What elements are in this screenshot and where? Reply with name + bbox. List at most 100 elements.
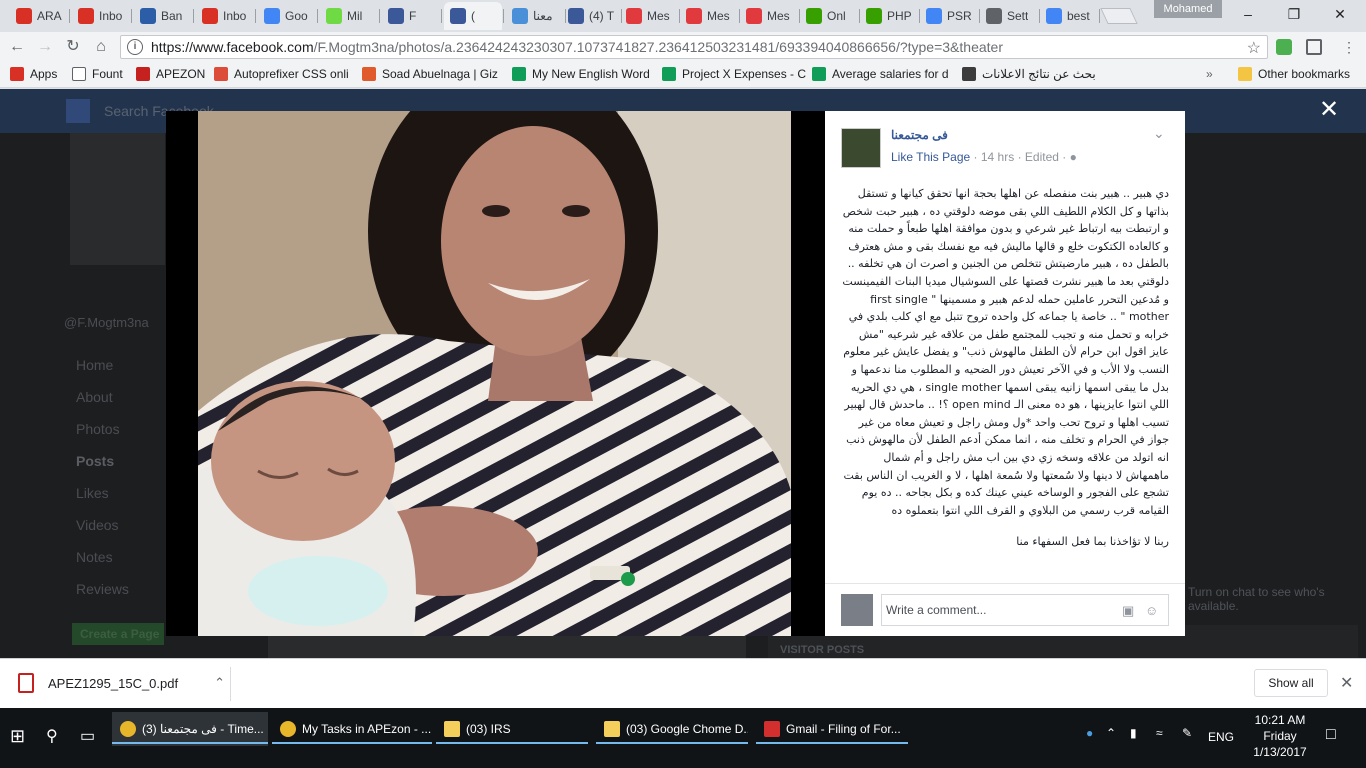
back-arrow-icon[interactable]: ← (6, 36, 28, 58)
extension-icon[interactable] (1276, 39, 1292, 55)
page-nav-item[interactable]: Reviews (76, 581, 129, 597)
browser-tab[interactable]: Onl (800, 2, 858, 30)
url-text[interactable]: https://www.facebook.com/F.Mogtm3na/phot… (151, 39, 1003, 55)
chevron-down-icon[interactable]: ⌄ (1153, 125, 1165, 142)
browser-tab[interactable]: PSR (920, 2, 978, 30)
tab-separator (69, 9, 70, 23)
bookmark-icon (512, 67, 526, 81)
browser-tab[interactable]: PHP (860, 2, 918, 30)
edited-label[interactable]: Edited (1025, 150, 1059, 164)
bookmark-item[interactable]: Apps (10, 67, 57, 81)
pdf-icon (764, 721, 780, 737)
more-bookmarks-icon[interactable]: » (1206, 67, 1213, 81)
page-nav-item[interactable]: Photos (76, 421, 120, 437)
browser-tab[interactable]: Inbo (196, 2, 254, 30)
reload-icon[interactable]: ↻ (62, 36, 84, 58)
browser-tab[interactable]: معنا (506, 2, 564, 30)
bookmark-icon (362, 67, 376, 81)
bookmark-item[interactable]: بحث عن نتائج الاعلانات (962, 67, 1096, 81)
comment-field[interactable]: ▣ ☺ (881, 594, 1169, 626)
emoji-icon[interactable]: ☺ (1145, 603, 1158, 618)
post-time[interactable]: 14 hrs (981, 150, 1014, 164)
browser-tab[interactable]: ( (444, 2, 502, 30)
page-nav-item[interactable]: Likes (76, 485, 109, 501)
camera-icon[interactable]: ▣ (1122, 603, 1134, 619)
browser-tab[interactable]: (4) T (562, 2, 620, 30)
browser-tab[interactable]: Inbo (72, 2, 130, 30)
facebook-icon (568, 8, 584, 24)
browser-tab[interactable]: Mes (680, 2, 738, 30)
task-label: (3) فى مجتمعنا - Time... (142, 722, 264, 736)
pen-icon[interactable]: ✎ (1182, 726, 1192, 740)
maximize-icon[interactable]: ❐ (1282, 4, 1306, 24)
task-view-icon[interactable]: ▭ (80, 726, 95, 746)
create-page-button[interactable]: Create a Page (72, 623, 164, 645)
taskbar-task[interactable]: (3) فى مجتمعنا - Time... (112, 712, 268, 746)
tab-title: PHP (887, 9, 912, 23)
bookmark-item[interactable]: Autoprefixer CSS onli (214, 67, 349, 81)
menu-kebab-icon[interactable]: ⋮ (1338, 36, 1360, 58)
tray-app-icon[interactable]: ● (1086, 726, 1093, 740)
show-all-button[interactable]: Show all (1254, 669, 1328, 697)
browser-tab[interactable]: best (1040, 2, 1098, 30)
chevron-up-icon[interactable]: ⌃ (214, 675, 225, 691)
page-nav-item[interactable]: About (76, 389, 113, 405)
profile-button[interactable]: Mohamed (1154, 0, 1222, 18)
chevron-up-icon[interactable]: ⌃ (1106, 726, 1116, 740)
page-nav-item[interactable]: Posts (76, 453, 114, 469)
battery-icon[interactable]: ▮ (1130, 726, 1137, 740)
bookmark-item[interactable]: My New English Word (512, 67, 650, 81)
comment-input[interactable] (886, 603, 1116, 617)
page-nav-item[interactable]: Notes (76, 549, 113, 565)
search-icon[interactable]: ⚲ (46, 726, 58, 746)
wifi-icon[interactable]: ≈ (1156, 726, 1163, 740)
bookmark-item[interactable]: Fount (72, 67, 123, 81)
browser-tab[interactable]: Goo (258, 2, 316, 30)
page-nav-item[interactable]: Home (76, 357, 113, 373)
windows-start-icon[interactable]: ⊞ (10, 726, 25, 747)
bookmark-star-icon[interactable]: ☆ (1247, 38, 1261, 58)
tab-title: Goo (285, 9, 308, 23)
browser-tab[interactable]: Ban (134, 2, 192, 30)
browser-tab[interactable]: Sett (980, 2, 1038, 30)
notification-icon[interactable]: □ (1326, 726, 1336, 744)
clock[interactable]: 10:21 AM Friday 1/13/2017 (1244, 712, 1316, 760)
taskbar-task[interactable]: (03) IRS (436, 712, 588, 746)
page-avatar[interactable] (841, 128, 881, 168)
like-page-link[interactable]: Like This Page (891, 150, 970, 164)
minimize-icon[interactable]: – (1236, 4, 1260, 24)
close-window-icon[interactable]: ✕ (1328, 4, 1352, 24)
home-icon[interactable]: ⌂ (90, 36, 112, 58)
task-underline (596, 742, 748, 744)
browser-tab[interactable]: Mil (320, 2, 378, 30)
browser-tab[interactable]: Mes (620, 2, 678, 30)
forward-arrow-icon[interactable]: → (34, 36, 56, 58)
taskbar-task[interactable]: (03) Google Chome D... (596, 712, 748, 746)
browser-tab[interactable]: F (382, 2, 440, 30)
taskbar-task[interactable]: My Tasks in APEzon - ... (272, 712, 432, 746)
page-name[interactable]: فى مجتمعنا (891, 128, 948, 142)
bookmark-item[interactable]: Soad Abuelnaga | Giz (362, 67, 498, 81)
download-item[interactable]: APEZ1295_15C_0.pdf ⌃ (18, 673, 225, 693)
browser-tab[interactable]: Mes (740, 2, 798, 30)
bookmark-item[interactable]: Other bookmarks (1238, 67, 1350, 81)
task-underline (112, 742, 268, 744)
post-photo[interactable] (198, 111, 791, 636)
cast-icon[interactable] (1306, 39, 1322, 55)
bookmark-item[interactable]: Project X Expenses - C (662, 67, 806, 81)
language-indicator[interactable]: ENG (1208, 730, 1234, 744)
bookmark-item[interactable]: Average salaries for d (812, 67, 949, 81)
address-bar[interactable]: i https://www.facebook.com/F.Mogtm3na/ph… (120, 35, 1268, 59)
close-icon[interactable]: ✕ (1340, 673, 1353, 693)
folder-icon (444, 721, 460, 737)
new-tab-button[interactable] (1100, 8, 1138, 24)
info-icon[interactable]: i (127, 39, 143, 55)
browser-tab[interactable]: ARA (10, 2, 68, 30)
taskbar-task[interactable]: Gmail - Filing of For... (756, 712, 908, 746)
meetup-icon (746, 8, 762, 24)
gear-icon (986, 8, 1002, 24)
page-nav-item[interactable]: Videos (76, 517, 119, 533)
bookmark-icon (214, 67, 228, 81)
close-icon[interactable]: ✕ (1316, 97, 1342, 123)
bookmark-item[interactable]: APEZON (136, 67, 205, 81)
